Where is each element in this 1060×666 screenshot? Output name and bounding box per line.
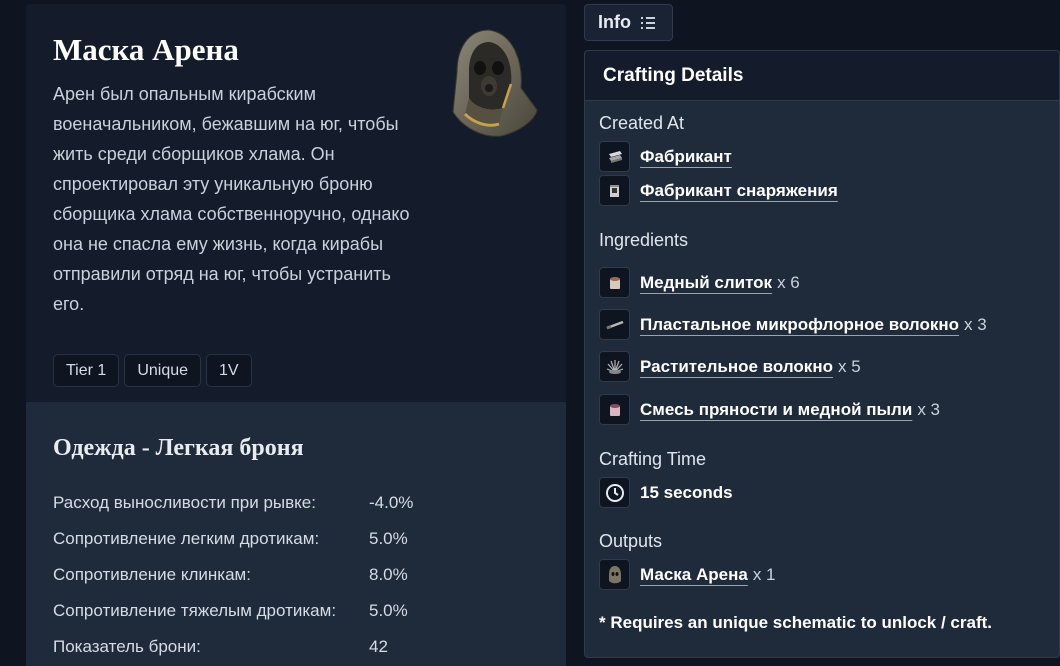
ingredient-item: Медный слиток x 6 (599, 267, 800, 298)
stat-label: Сопротивление тяжелым дротикам: (53, 601, 337, 620)
ingredient-qty: x 5 (837, 356, 861, 376)
output-item: Маска Арена x 1 (599, 559, 776, 590)
tag-version: 1V (206, 354, 252, 387)
ingredient-link[interactable]: Смесь пряности и медной пыли (640, 400, 912, 420)
stat-value: 8.0% (369, 565, 408, 584)
crafting-header: Crafting Details (585, 51, 1059, 101)
output-link[interactable]: Маска Арена (640, 565, 748, 585)
schematic-note: * Requires an unique schematic to unlock… (599, 613, 992, 632)
gear-fabricator-icon (599, 175, 630, 206)
ingredient-item: Растительное волокно x 5 (599, 351, 861, 382)
ingredient-item: Смесь пряности и медной пыли x 3 (599, 394, 940, 425)
category-title: Одежда - Легкая броня (53, 435, 304, 461)
created-at-link[interactable]: Фабрикант (640, 147, 732, 167)
tab-info-label: Info (598, 12, 631, 32)
ingredient-item: Пластальное микрофлорное волокно x 3 (599, 309, 987, 340)
created-at-item: Фабрикант (599, 141, 732, 172)
tab-info[interactable]: Info (584, 4, 673, 41)
stat-value: -4.0% (369, 493, 414, 512)
ingredients-title: Ingredients (599, 230, 689, 250)
stat-label: Показатель брони: (53, 637, 201, 656)
stat-row: Сопротивление легким дротикам: 5.0% (53, 521, 533, 557)
list-icon (641, 16, 655, 29)
stat-row: Показатель брони: 42 (53, 629, 533, 665)
stat-row: Сопротивление тяжелым дротикам: 5.0% (53, 593, 533, 629)
stat-label: Сопротивление легким дротикам: (53, 529, 320, 548)
tag-unique: Unique (124, 354, 202, 387)
aren-mask-icon (599, 559, 630, 590)
ingredient-qty: x 6 (777, 272, 800, 292)
spice-copper-dust-icon (599, 394, 630, 425)
plasteel-fiber-icon (599, 309, 630, 340)
created-at-link[interactable]: Фабрикант снаряжения (640, 181, 838, 201)
fabricator-icon (599, 141, 630, 172)
stat-label: Расход выносливости при рывке: (53, 493, 316, 512)
stat-row: Расход выносливости при рывке: -4.0% (53, 485, 533, 521)
ingredient-link[interactable]: Пластальное микрофлорное волокно (640, 315, 959, 335)
stats-table: Расход выносливости при рывке: -4.0% Соп… (53, 485, 533, 665)
crafting-time: 15 seconds (599, 477, 733, 508)
crafting-time-title: Crafting Time (599, 449, 707, 469)
item-header-section: Маска Арена Арен был опальным кирабским … (26, 4, 566, 402)
stat-label: Сопротивление клинкам: (53, 565, 251, 584)
clock-icon (599, 477, 630, 508)
copper-ingot-icon (599, 267, 630, 298)
item-title: Маска Арена (53, 32, 239, 67)
stat-value: 5.0% (369, 601, 408, 620)
stat-row: Сопротивление клинкам: 8.0% (53, 557, 533, 593)
item-description: Арен был опальным кирабским военачальник… (53, 84, 410, 314)
created-at-item: Фабрикант снаряжения (599, 175, 838, 206)
ingredient-link[interactable]: Медный слиток (640, 273, 772, 293)
plant-fiber-icon (599, 351, 630, 382)
stat-value: 5.0% (369, 529, 408, 548)
tag-tier: Tier 1 (53, 354, 120, 387)
outputs-title: Outputs (599, 531, 663, 551)
ingredient-link[interactable]: Растительное волокно (640, 357, 833, 377)
item-card: Маска Арена Арен был опальным кирабским … (26, 4, 566, 666)
crafting-panel: Crafting Details Created At Фабрикант Фа… (584, 50, 1060, 658)
output-qty: x 1 (752, 564, 776, 584)
stat-value: 42 (369, 637, 388, 656)
created-at-title: Created At (599, 113, 685, 133)
ingredient-qty: x 3 (917, 399, 940, 419)
crafting-time-value: 15 seconds (640, 482, 733, 502)
ingredient-qty: x 3 (964, 314, 987, 334)
aren-mask-image (452, 29, 538, 137)
item-tags: Tier 1 Unique 1V (53, 354, 252, 387)
